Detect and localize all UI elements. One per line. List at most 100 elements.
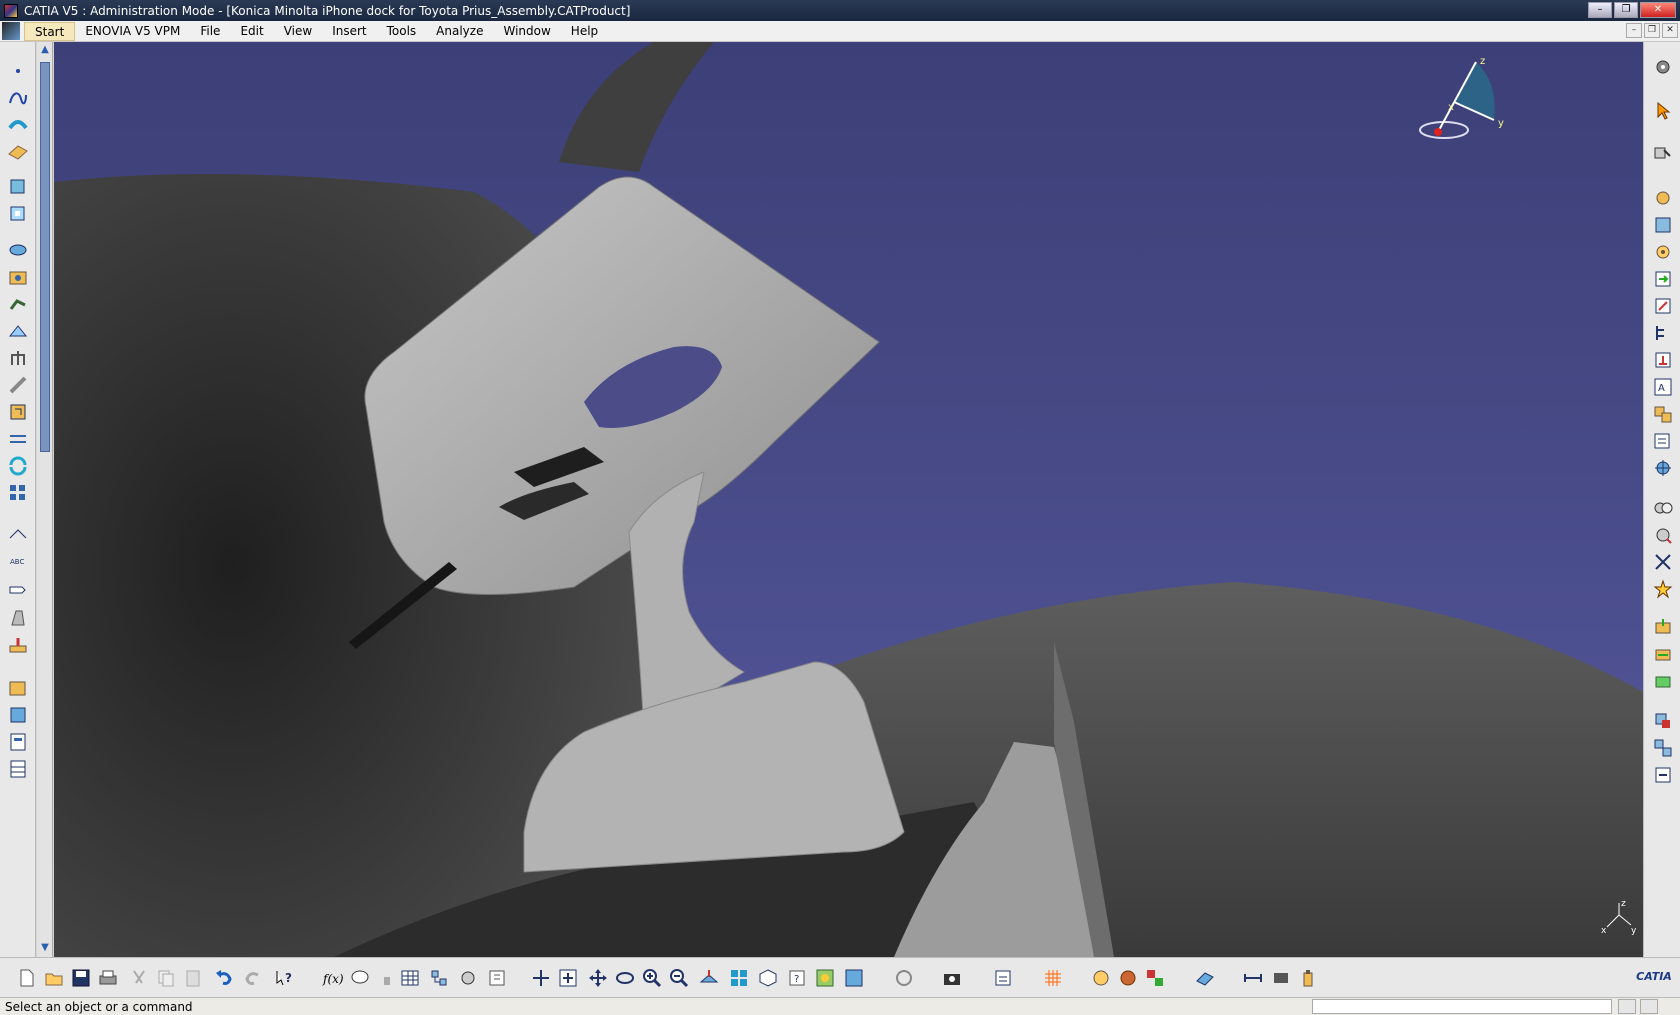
catia-menu-icon[interactable] [2, 22, 20, 40]
pad-icon[interactable] [7, 175, 29, 197]
text-annotation-icon[interactable]: ABC [7, 550, 29, 572]
contact-constraint-icon[interactable] [1652, 643, 1674, 665]
stiffener-icon[interactable] [7, 347, 29, 369]
doc-restore-button[interactable]: ❐ [1644, 23, 1660, 38]
new-part-icon[interactable] [1652, 241, 1674, 263]
sheet-metal-icon[interactable] [1194, 967, 1216, 989]
shaft-icon[interactable] [7, 239, 29, 261]
manipulation-icon[interactable] [1652, 457, 1674, 479]
chamfer-icon[interactable] [7, 401, 29, 423]
plane-icon[interactable] [7, 141, 29, 163]
pocket-icon[interactable] [7, 202, 29, 224]
status-button-2[interactable] [1640, 999, 1658, 1014]
new-product-icon[interactable] [1652, 214, 1674, 236]
capture-camera-icon[interactable] [941, 967, 963, 989]
explode-icon[interactable] [1652, 524, 1674, 546]
replace-component-icon[interactable] [1652, 295, 1674, 317]
dimension-icon[interactable] [7, 523, 29, 545]
print-icon[interactable] [97, 967, 119, 989]
hole-icon[interactable] [7, 266, 29, 288]
menu-insert[interactable]: Insert [322, 22, 376, 41]
grid-snap-icon[interactable] [1042, 967, 1064, 989]
existing-component-icon[interactable] [1652, 268, 1674, 290]
table-icon[interactable] [7, 758, 29, 780]
refresh-icon[interactable] [893, 967, 915, 989]
multi-instantiation-icon[interactable] [1652, 403, 1674, 425]
zoom-out-icon[interactable] [668, 967, 690, 989]
rib-icon[interactable] [7, 293, 29, 315]
open-folder-icon[interactable] [43, 967, 65, 989]
formula-icon[interactable]: f(x) [322, 967, 344, 989]
generate-numbering-icon[interactable] [1652, 349, 1674, 371]
weld-icon[interactable] [7, 634, 29, 656]
assembly-select-icon[interactable] [1652, 142, 1674, 164]
status-button-1[interactable] [1618, 999, 1636, 1014]
viewport-vertical-scrollbar[interactable]: ▲ ▼ [37, 42, 53, 957]
select-arrow-icon[interactable] [1652, 100, 1674, 122]
gears-icon[interactable] [1652, 56, 1674, 78]
menu-edit[interactable]: Edit [230, 22, 273, 41]
isometric-view-icon[interactable] [757, 967, 779, 989]
cut-icon[interactable] [128, 967, 150, 989]
shading-edges-icon[interactable] [843, 967, 865, 989]
new-document-icon[interactable] [16, 967, 38, 989]
apply-material-icon[interactable] [1144, 967, 1166, 989]
spline-icon[interactable] [7, 87, 29, 109]
coincidence-constraint-icon[interactable] [1652, 616, 1674, 638]
fillet-icon[interactable] [7, 374, 29, 396]
save-icon[interactable] [70, 967, 92, 989]
whats-this-icon[interactable]: ? [273, 967, 295, 989]
scroll-thumb[interactable] [40, 62, 50, 452]
compass[interactable]: z y x [1414, 52, 1514, 152]
fly-mode-icon[interactable] [530, 967, 552, 989]
pan-icon[interactable] [587, 967, 609, 989]
close-button[interactable]: ✕ [1640, 2, 1676, 18]
menu-tools[interactable]: Tools [377, 22, 427, 41]
flag-note-icon[interactable] [7, 577, 29, 599]
stop-manipulate-icon[interactable] [1652, 551, 1674, 573]
menu-start[interactable]: Start [24, 21, 76, 41]
lock-icon[interactable] [376, 967, 398, 989]
fix-together-icon[interactable] [1652, 737, 1674, 759]
shading-icon[interactable] [814, 967, 836, 989]
design-table-icon[interactable] [399, 967, 421, 989]
slot-icon[interactable] [7, 320, 29, 342]
fix-component-icon[interactable] [1652, 710, 1674, 732]
copy-icon[interactable] [155, 967, 177, 989]
shell-icon[interactable] [7, 455, 29, 477]
measure-item-icon[interactable] [1270, 967, 1292, 989]
catia-app-icon[interactable] [4, 3, 18, 18]
paste-icon[interactable] [182, 967, 204, 989]
bottle-icon[interactable] [1297, 967, 1319, 989]
menu-view[interactable]: View [274, 22, 322, 41]
rotate-icon[interactable] [614, 967, 636, 989]
measure-inertia-icon[interactable] [7, 704, 29, 726]
fast-multi-instantiation-icon[interactable] [1652, 430, 1674, 452]
render-style-icon[interactable] [1090, 967, 1112, 989]
zoom-in-icon[interactable] [641, 967, 663, 989]
redo-icon[interactable] [242, 967, 264, 989]
knowledge-advisor-icon[interactable] [349, 967, 371, 989]
surface-icon[interactable] [7, 114, 29, 136]
draft-icon[interactable] [7, 428, 29, 450]
pattern-icon[interactable] [7, 482, 29, 504]
undo-icon[interactable] [213, 967, 235, 989]
doc-close-button[interactable]: ✕ [1662, 23, 1678, 38]
normal-view-icon[interactable] [698, 967, 720, 989]
measure-icon[interactable] [7, 677, 29, 699]
scroll-down-icon[interactable]: ▼ [39, 942, 51, 954]
datum-icon[interactable] [7, 607, 29, 629]
catalog-browser-icon[interactable] [457, 967, 479, 989]
catalog-icon[interactable] [7, 731, 29, 753]
swap-visible-space-icon[interactable] [992, 967, 1014, 989]
menu-analyze[interactable]: Analyze [426, 22, 493, 41]
menu-window[interactable]: Window [493, 22, 560, 41]
material-icon[interactable] [1117, 967, 1139, 989]
minimize-button[interactable]: – [1588, 2, 1612, 18]
command-input[interactable] [1312, 999, 1612, 1014]
offset-constraint-icon[interactable] [1652, 670, 1674, 692]
multi-view-icon[interactable] [728, 967, 750, 989]
menu-help[interactable]: Help [561, 22, 608, 41]
measure-between-icon[interactable] [1242, 967, 1264, 989]
fit-all-icon[interactable] [557, 967, 579, 989]
